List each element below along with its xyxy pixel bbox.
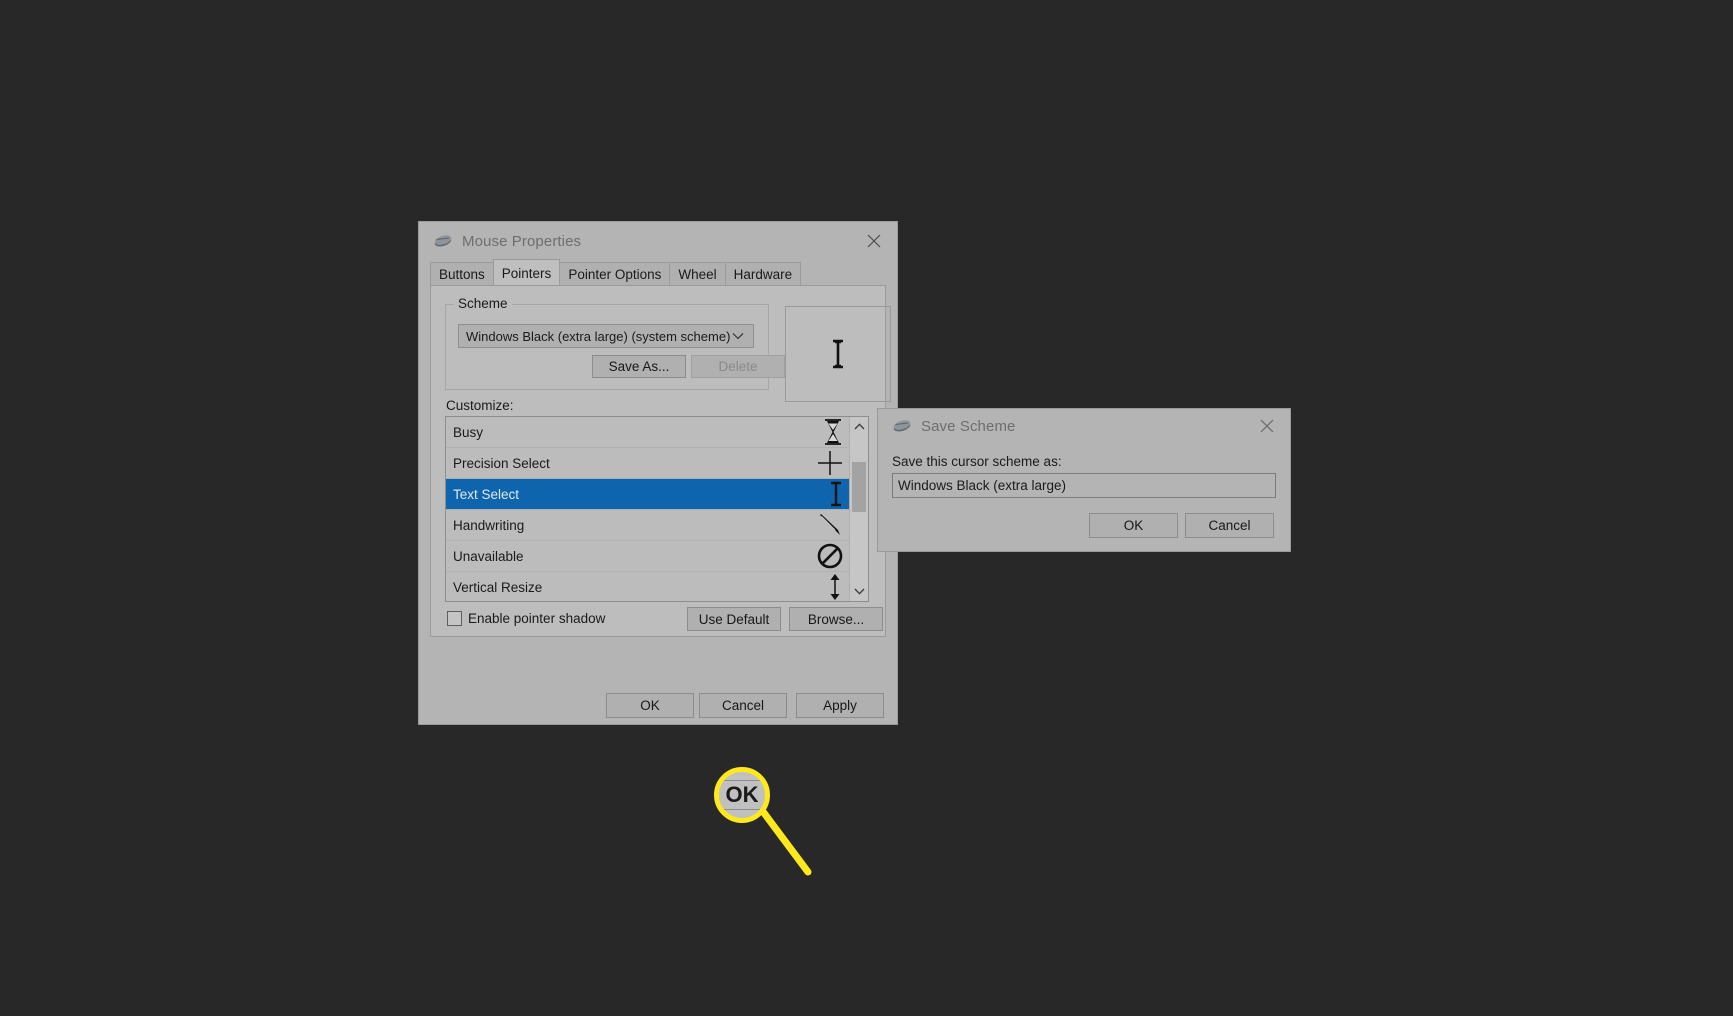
- mouse-properties-window: Mouse Properties Buttons Pointers Pointe…: [419, 222, 897, 724]
- list-item-label: Handwriting: [453, 517, 525, 533]
- scheme-dropdown[interactable]: Windows Black (extra large) (system sche…: [458, 324, 754, 348]
- save-scheme-titlebar: Save Scheme: [878, 409, 1290, 443]
- scheme-group: Scheme Windows Black (extra large) (syst…: [445, 296, 785, 390]
- window-title: Mouse Properties: [462, 232, 582, 250]
- tab-wheel[interactable]: Wheel: [669, 261, 726, 285]
- callout-badge-label: OK: [725, 782, 759, 807]
- list-item-label: Unavailable: [453, 548, 524, 564]
- no-entry-icon: [817, 543, 843, 569]
- vertical-resize-icon: [827, 573, 843, 601]
- customize-label: Customize:: [446, 398, 514, 413]
- enable-pointer-shadow-checkbox[interactable]: [447, 611, 462, 626]
- list-item-label: Text Select: [453, 486, 520, 502]
- cursor-list[interactable]: Busy Precision Select Text Select Handwr…: [445, 416, 869, 602]
- tab-hardware[interactable]: Hardware: [724, 261, 802, 285]
- ibeam-icon: [833, 339, 843, 369]
- save-scheme-cancel-button[interactable]: Cancel: [1185, 513, 1274, 538]
- list-item-label: Precision Select: [453, 455, 550, 471]
- close-icon[interactable]: [1244, 409, 1290, 443]
- pen-icon: [817, 513, 843, 537]
- hourglass-icon: [823, 419, 843, 445]
- scheme-name-input[interactable]: Windows Black (extra large): [892, 473, 1276, 498]
- crosshair-icon: [817, 450, 843, 476]
- use-default-button[interactable]: Use Default: [687, 607, 781, 631]
- list-item[interactable]: Handwriting: [446, 510, 849, 541]
- apply-button[interactable]: Apply: [796, 693, 884, 718]
- scheme-name-value: Windows Black (extra large): [898, 478, 1067, 493]
- badge-inner-line-bottom: [719, 809, 765, 810]
- browse-button[interactable]: Browse...: [789, 607, 883, 631]
- chevron-down-icon: [732, 332, 744, 340]
- ibeam-icon: [829, 481, 843, 507]
- cursor-preview-pane: [785, 306, 891, 402]
- save-scheme-dialog: Save Scheme Save this cursor scheme as: …: [878, 409, 1290, 551]
- badge-inner-line-top: [719, 780, 765, 781]
- mouse-icon: [434, 235, 452, 247]
- list-item-label: Busy: [453, 424, 484, 440]
- scheme-group-legend: Scheme: [454, 296, 512, 311]
- scroll-down-icon[interactable]: [850, 582, 868, 601]
- enable-pointer-shadow-row[interactable]: Enable pointer shadow: [447, 611, 605, 626]
- titlebar: Mouse Properties: [419, 222, 897, 260]
- scheme-selected-value: Windows Black (extra large) (system sche…: [466, 328, 731, 344]
- save-scheme-prompt: Save this cursor scheme as:: [892, 454, 1062, 469]
- pointers-tab-panel: Scheme Windows Black (extra large) (syst…: [430, 285, 891, 637]
- list-item[interactable]: Vertical Resize: [446, 572, 849, 601]
- close-icon[interactable]: [851, 222, 897, 260]
- list-item[interactable]: Busy: [446, 417, 849, 448]
- delete-scheme-button: Delete: [691, 355, 785, 378]
- list-item-label: Vertical Resize: [453, 579, 543, 595]
- tab-buttons[interactable]: Buttons: [430, 261, 494, 285]
- cancel-button[interactable]: Cancel: [699, 693, 787, 718]
- scrollbar-thumb[interactable]: [852, 462, 866, 512]
- ok-button[interactable]: OK: [606, 693, 694, 718]
- scroll-up-icon[interactable]: [850, 417, 868, 436]
- list-item[interactable]: Precision Select: [446, 448, 849, 479]
- list-item[interactable]: Text Select: [446, 479, 849, 510]
- list-item[interactable]: Unavailable: [446, 541, 849, 572]
- mouse-icon: [893, 420, 911, 432]
- save-scheme-ok-button[interactable]: OK: [1089, 513, 1178, 538]
- save-as-button[interactable]: Save As...: [592, 355, 686, 378]
- tab-pointer-options[interactable]: Pointer Options: [559, 261, 671, 285]
- tab-strip: Buttons Pointers Pointer Options Wheel H…: [430, 258, 886, 285]
- callout-badge-ok: OK: [714, 767, 770, 823]
- enable-pointer-shadow-label: Enable pointer shadow: [468, 611, 606, 626]
- list-scrollbar[interactable]: [849, 417, 868, 601]
- tab-pointers[interactable]: Pointers: [492, 258, 561, 285]
- save-scheme-title: Save Scheme: [921, 417, 1016, 435]
